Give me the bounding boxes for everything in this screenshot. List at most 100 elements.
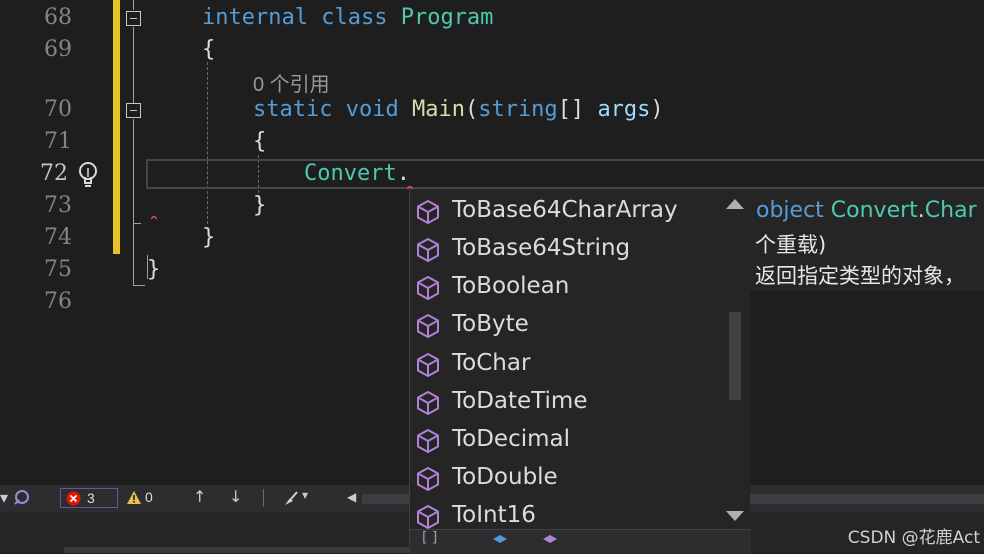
error-count-button[interactable]: 3 <box>60 488 118 508</box>
completion-item[interactable]: ToBase64CharArray <box>410 192 720 230</box>
outline-line <box>133 0 134 10</box>
method-cube-icon <box>417 200 439 224</box>
method-cube-icon <box>417 353 439 377</box>
dropdown-arrow-icon[interactable]: ▾ <box>0 488 8 507</box>
collapse-class-icon[interactable] <box>126 11 141 26</box>
health-icon[interactable] <box>12 489 30 507</box>
completion-item[interactable]: ToDouble <box>410 459 720 497</box>
paren-close: ) <box>650 97 664 122</box>
completion-item-label: ToBase64CharArray <box>452 197 678 223</box>
scroll-up-icon[interactable] <box>726 199 744 209</box>
tooltip-dot: . <box>917 198 925 223</box>
filter-brackets-icon[interactable]: [ ] <box>422 530 437 546</box>
completion-item[interactable]: ToBoolean <box>410 268 720 306</box>
error-icon <box>66 491 81 506</box>
outline-line <box>133 285 145 286</box>
member-access-dot: . <box>396 161 410 186</box>
method-cube-icon <box>417 467 439 491</box>
tooltip-overload-text: 个重载) <box>755 233 827 257</box>
tooltip-keyword: object <box>756 198 824 223</box>
current-line-highlight <box>146 159 984 189</box>
scroll-down-icon[interactable] <box>726 511 744 521</box>
line-number-current: 72 <box>40 161 68 186</box>
method-cube-icon <box>417 429 439 453</box>
completion-item-label: ToDecimal <box>452 426 570 452</box>
keyword-class: class <box>321 5 388 30</box>
line-number: 75 <box>44 257 72 282</box>
collapse-method-icon[interactable] <box>126 103 141 118</box>
method-cube-icon <box>417 238 439 262</box>
status-separator <box>263 489 264 507</box>
line-number: 68 <box>44 5 72 30</box>
indent-guide <box>207 62 208 224</box>
code-line-71: { <box>253 129 267 154</box>
method-cube-icon <box>417 391 439 415</box>
method-cube-icon <box>417 505 439 529</box>
lightbulb-icon[interactable] <box>76 160 100 190</box>
scroll-left-icon[interactable]: ◀ <box>347 490 356 504</box>
class-name: Program <box>400 5 494 30</box>
code-line-74: } <box>202 225 216 250</box>
next-issue-icon[interactable]: ↓ <box>229 487 242 506</box>
completion-filter-bar: [ ] <box>410 529 751 554</box>
code-line-70: static void Main(string[] args) <box>253 97 664 122</box>
completion-item[interactable]: ToChar <box>410 345 720 383</box>
change-indicator-bar <box>113 0 120 254</box>
completion-scrollbar[interactable] <box>720 189 750 529</box>
completion-item[interactable]: ToDateTime <box>410 383 720 421</box>
parameter-name: args <box>597 97 651 122</box>
watermark-text: CSDN @花鹿Act <box>847 528 980 548</box>
completion-item-label: ToChar <box>452 350 531 376</box>
completion-item[interactable]: ToDecimal <box>410 421 720 459</box>
code-line-73: } <box>253 193 267 218</box>
line-number: 76 <box>44 289 72 314</box>
filter-class-icon[interactable] <box>492 534 508 550</box>
outline-line <box>133 27 134 103</box>
completion-item-label: ToDouble <box>452 464 558 490</box>
outline-line <box>133 223 134 285</box>
error-count: 3 <box>87 490 95 506</box>
code-lens-references[interactable]: 0 个引用 <box>253 68 330 97</box>
tooltip-type: Convert <box>830 198 918 223</box>
intellisense-completion-list[interactable]: ToBase64CharArray ToBase64String ToBoole… <box>409 189 751 554</box>
keyword-void: void <box>345 97 399 122</box>
cleanup-dropdown-icon[interactable]: ▾ <box>302 488 308 502</box>
previous-issue-icon[interactable]: ↑ <box>193 487 206 506</box>
error-squiggle <box>151 216 157 220</box>
line-number: 73 <box>44 193 72 218</box>
code-line-75: } <box>147 257 161 282</box>
keyword-string: string <box>478 97 558 122</box>
code-line-69: { <box>202 37 216 62</box>
warning-icon <box>127 491 141 504</box>
completion-item[interactable]: ToBase64String <box>410 230 720 268</box>
tooltip-signature: object Convert.Char <box>756 198 977 223</box>
method-cube-icon <box>417 276 439 300</box>
completion-item[interactable]: ToByte <box>410 306 720 344</box>
warning-count-button[interactable]: 0 <box>124 488 174 508</box>
code-cleanup-brush-icon[interactable] <box>281 489 299 507</box>
code-line-72[interactable]: Convert. <box>304 161 410 186</box>
completion-item-label: ToInt16 <box>452 502 536 528</box>
outline-line <box>133 223 141 224</box>
keyword-static: static <box>253 97 333 122</box>
type-convert: Convert <box>304 161 397 186</box>
quick-info-tooltip: object Convert.Char 个重载) 返回指定类型的对象， <box>750 189 984 291</box>
method-cube-icon <box>417 314 439 338</box>
tooltip-member: Char <box>924 198 977 223</box>
method-name: Main <box>411 97 465 122</box>
tooltip-description: 返回指定类型的对象， <box>755 264 965 288</box>
array-brackets: [] <box>557 97 585 122</box>
line-number: 70 <box>44 97 72 122</box>
code-line-68: internal class Program <box>202 5 493 30</box>
completion-item-label: ToDateTime <box>452 388 588 414</box>
line-number: 74 <box>44 225 72 250</box>
filter-method-icon[interactable] <box>542 534 558 550</box>
outline-line <box>133 119 134 223</box>
line-number: 69 <box>44 37 72 62</box>
scrollbar-thumb[interactable] <box>729 312 741 400</box>
panel-divider <box>64 547 410 553</box>
line-number: 71 <box>44 129 72 154</box>
paren-open: ( <box>464 97 479 122</box>
completion-item-label: ToBoolean <box>452 273 570 299</box>
completion-item-label: ToBase64String <box>452 235 631 261</box>
